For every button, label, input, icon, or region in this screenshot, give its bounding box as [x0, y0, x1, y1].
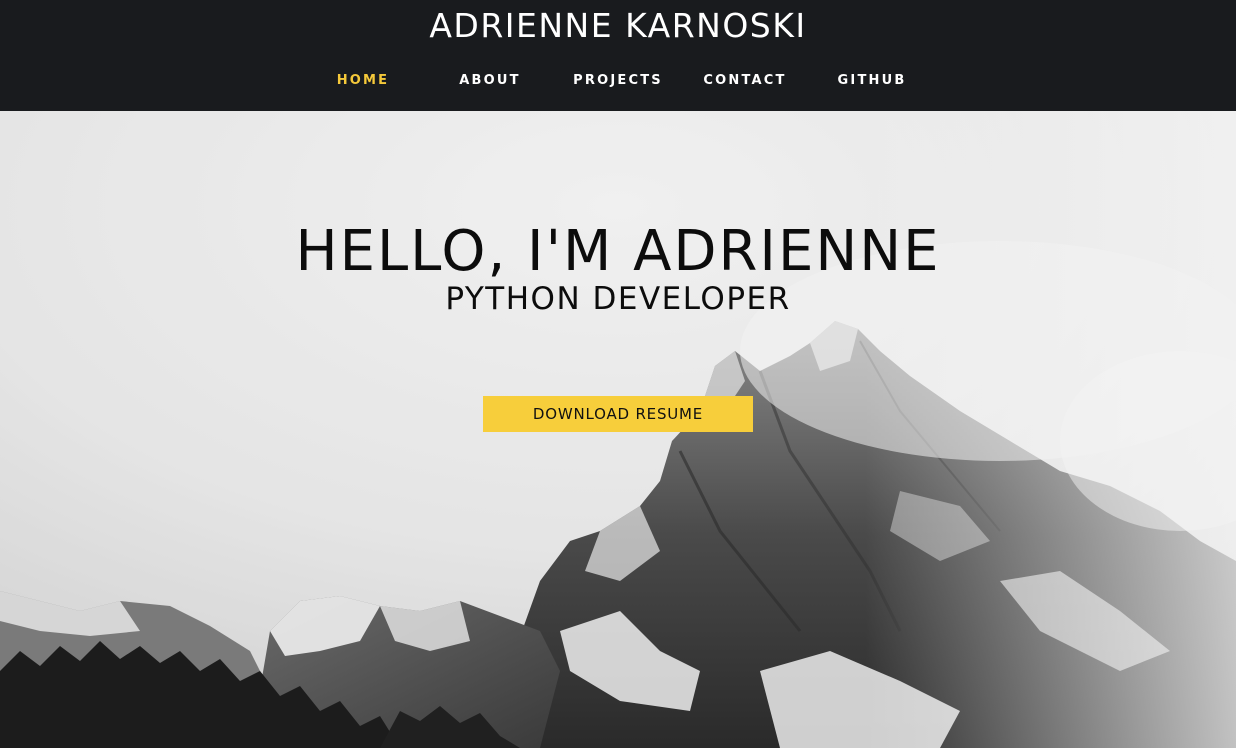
hero-section: HELLO, I'M ADRIENNE PYTHON DEVELOPER DOW…: [0, 111, 1236, 748]
nav-github[interactable]: GITHUB: [812, 73, 932, 88]
nav-contact[interactable]: CONTACT: [685, 73, 805, 88]
site-header: ADRIENNE KARNOSKI HOME ABOUT PROJECTS CO…: [0, 0, 1236, 111]
download-resume-button[interactable]: DOWNLOAD RESUME: [483, 396, 753, 432]
nav-projects[interactable]: PROJECTS: [558, 73, 678, 88]
hero-subtitle: PYTHON DEVELOPER: [445, 281, 791, 317]
nav-home[interactable]: HOME: [303, 73, 423, 88]
site-title[interactable]: ADRIENNE KARNOSKI: [0, 6, 1236, 45]
hero-title: HELLO, I'M ADRIENNE: [295, 219, 941, 284]
nav-about[interactable]: ABOUT: [430, 73, 550, 88]
